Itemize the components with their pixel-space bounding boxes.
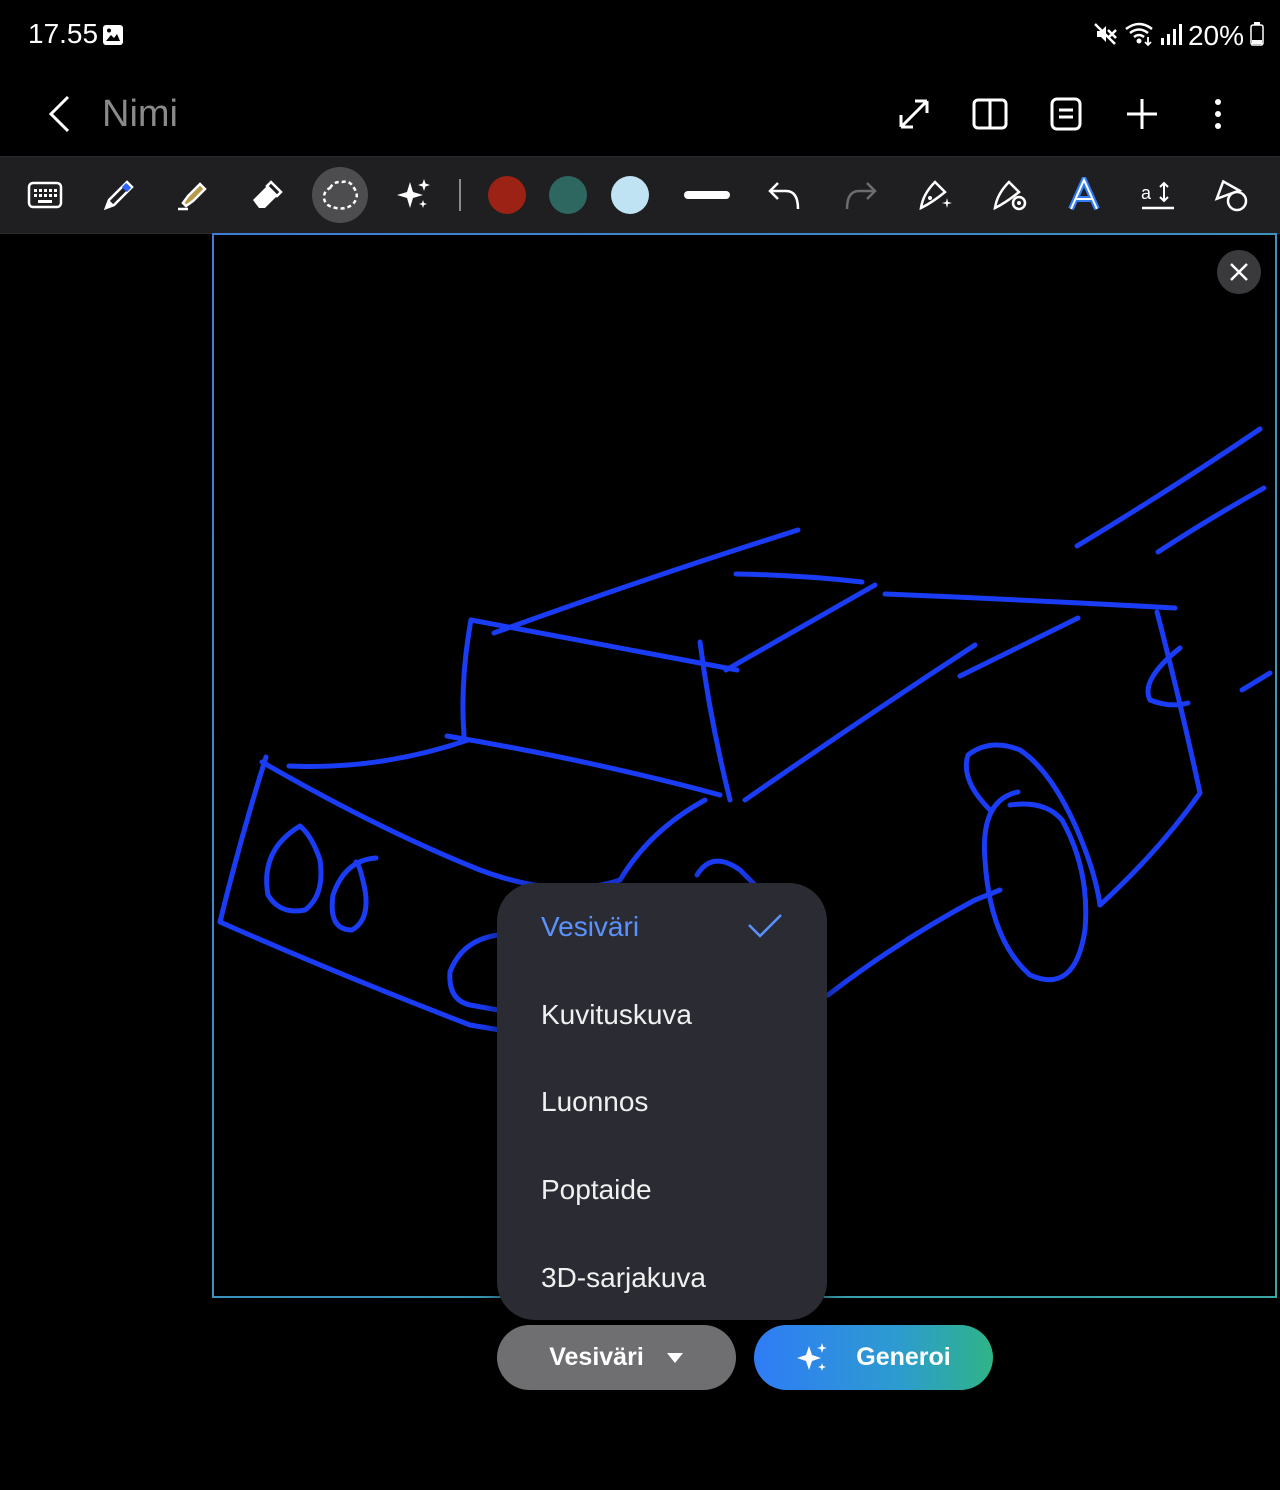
expand-icon xyxy=(899,99,929,129)
signal-icon xyxy=(1160,22,1182,51)
color-dot-2 xyxy=(549,176,587,214)
ai-assist-icon xyxy=(397,179,430,208)
status-bar: 17.55 20% xyxy=(0,0,1280,72)
add-icon xyxy=(1127,99,1157,129)
highlighter-button[interactable] xyxy=(165,167,221,223)
redo-icon xyxy=(845,182,877,210)
style-option-luonnos[interactable]: Luonnos xyxy=(541,1086,648,1118)
sketch-assist-button[interactable] xyxy=(909,167,965,223)
eraser-icon xyxy=(253,180,283,208)
keyboard-button[interactable] xyxy=(17,167,73,223)
expand-button[interactable] xyxy=(876,80,952,148)
status-time: 17.55 xyxy=(28,18,99,49)
page-title[interactable]: Nimi xyxy=(102,86,178,142)
toolbar-divider xyxy=(459,179,461,211)
text-format-icon: a xyxy=(1141,181,1174,210)
book-view-icon xyxy=(972,98,1008,130)
color-swatch-teal[interactable] xyxy=(540,167,596,223)
svg-text:a: a xyxy=(1141,183,1152,203)
app-bar: Nimi xyxy=(0,72,1280,156)
back-arrow-icon xyxy=(48,95,70,133)
color-dot-1 xyxy=(488,176,526,214)
style-option-3d-sarjakuva[interactable]: 3D-sarjakuva xyxy=(541,1262,706,1294)
pen-button[interactable] xyxy=(91,167,147,223)
pen-icon xyxy=(103,180,134,211)
shape-assist-button[interactable] xyxy=(983,167,1039,223)
generate-button[interactable]: Generoi xyxy=(754,1325,993,1390)
style-selector-label: Vesiväri xyxy=(549,1343,644,1371)
close-selection-button[interactable] xyxy=(1217,250,1261,294)
gallery-icon xyxy=(102,24,124,51)
shapes-button[interactable] xyxy=(1203,167,1259,223)
undo-button[interactable] xyxy=(756,167,812,223)
ai-assist-button[interactable] xyxy=(386,167,442,223)
more-button[interactable] xyxy=(1180,80,1256,148)
sketch-assist-icon xyxy=(919,180,952,211)
battery-level: 20% xyxy=(1187,20,1244,51)
drawing-toolbar: a xyxy=(0,156,1280,234)
checkmark-icon xyxy=(747,913,783,944)
page-layout-icon xyxy=(1050,97,1082,131)
text-format-button[interactable]: a xyxy=(1130,167,1186,223)
style-option-kuvituskuva[interactable]: Kuvituskuva xyxy=(541,999,692,1031)
handwriting-text-button[interactable] xyxy=(1056,167,1112,223)
style-option-vesivari[interactable]: Vesiväri xyxy=(541,911,639,943)
shapes-icon xyxy=(1214,179,1248,212)
lasso-select-button[interactable] xyxy=(312,167,368,223)
keyboard-icon xyxy=(27,181,63,209)
color-swatch-red[interactable] xyxy=(479,167,535,223)
color-swatch-light-blue[interactable] xyxy=(602,167,658,223)
dropdown-arrow-icon xyxy=(666,1352,683,1363)
back-button[interactable] xyxy=(34,84,84,144)
more-icon xyxy=(1215,99,1221,129)
wifi-icon xyxy=(1124,21,1154,52)
undo-icon xyxy=(768,182,800,210)
highlighter-icon xyxy=(178,182,207,211)
style-option-poptaide[interactable]: Poptaide xyxy=(541,1174,652,1206)
color-dot-3 xyxy=(611,176,649,214)
redo-button[interactable] xyxy=(833,167,889,223)
book-view-button[interactable] xyxy=(952,80,1028,148)
add-button[interactable] xyxy=(1104,80,1180,148)
sparkle-icon xyxy=(797,1342,828,1371)
close-icon xyxy=(1230,263,1248,281)
battery-icon xyxy=(1250,21,1264,51)
eraser-button[interactable] xyxy=(238,167,294,223)
page-layout-button[interactable] xyxy=(1028,80,1104,148)
handwriting-text-icon xyxy=(1068,177,1100,211)
lasso-select-icon xyxy=(322,180,358,210)
stroke-width-icon xyxy=(684,191,730,199)
shape-assist-icon xyxy=(993,180,1027,211)
style-selector-button[interactable]: Vesiväri xyxy=(497,1325,736,1390)
generate-label: Generoi xyxy=(856,1343,951,1371)
style-dropdown-menu: Vesiväri Kuvituskuva Luonnos Poptaide 3D… xyxy=(497,883,827,1320)
mute-icon xyxy=(1092,21,1118,52)
stroke-width-button[interactable] xyxy=(679,167,735,223)
